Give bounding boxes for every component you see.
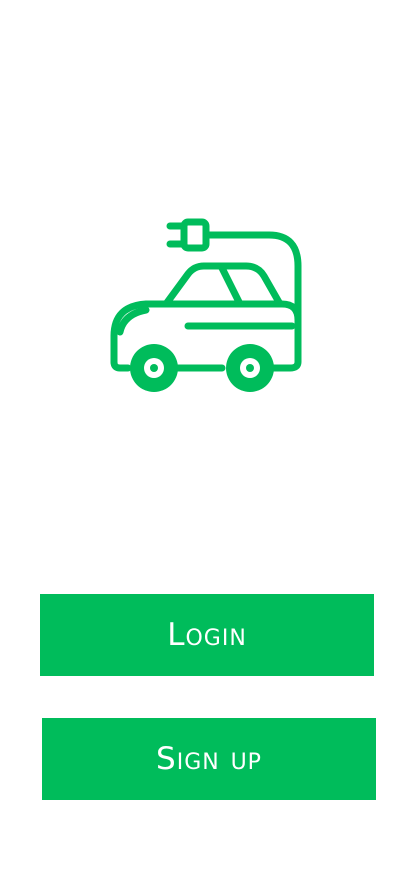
electric-car-icon (110, 218, 302, 392)
login-button[interactable]: Login (40, 594, 374, 676)
app-logo (106, 214, 306, 396)
signup-button[interactable]: Sign up (42, 718, 376, 800)
